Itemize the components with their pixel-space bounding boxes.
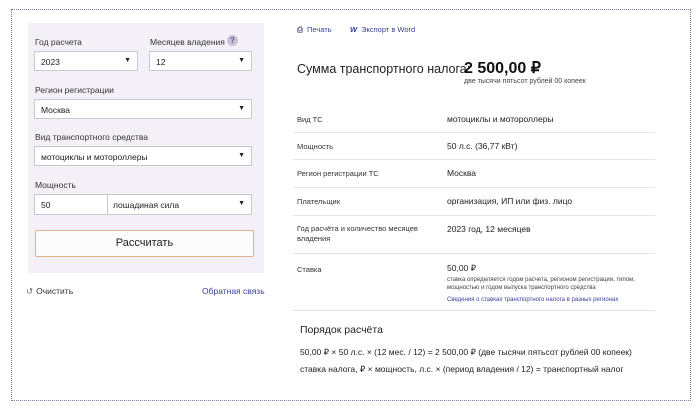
result-row-label: Год расчёта и количество месяцев владени… [297, 224, 418, 243]
row-divider [293, 253, 655, 254]
result-row-value: мотоциклы и мотороллеры [447, 114, 554, 124]
row-divider [293, 215, 655, 216]
power-label: Мощность [35, 180, 76, 190]
region-select-value: Москва [41, 105, 71, 115]
power-input[interactable]: 50 [41, 200, 50, 210]
region-select[interactable]: Москва ▼ [34, 99, 252, 119]
power-divider [107, 195, 108, 214]
chevron-down-icon: ▼ [124, 57, 131, 64]
result-row-label: Ставка [297, 265, 322, 274]
power-field-group: 50 лошадиная сила ▼ [34, 194, 252, 215]
feedback-link[interactable]: Обратная связь [202, 286, 265, 296]
formula-line: 50,00 ₽ × 50 л.с. × (12 мес. / 12) = 2 5… [300, 347, 632, 357]
rate-note: ставка определяется годом расчета, регио… [447, 277, 635, 291]
vehicle-type-select-value: мотоциклы и мотороллеры [41, 152, 148, 162]
calculation-order-title: Порядок расчёта [300, 324, 383, 336]
vehicle-type-select[interactable]: мотоциклы и мотороллеры ▼ [34, 146, 252, 166]
result-row-value: 50 л.с. (36,77 кВт) [447, 141, 518, 151]
printer-icon: ⎙ [297, 25, 303, 34]
print-button[interactable]: ⎙ Печать [297, 25, 332, 35]
result-row-value: организация, ИП или физ. лицо [447, 196, 573, 206]
months-select-value: 12 [156, 57, 166, 67]
months-select[interactable]: 12 ▼ [149, 51, 252, 71]
calculate-button[interactable]: Рассчитать [35, 230, 254, 257]
result-row-value: 2023 год, 12 месяцев [447, 224, 531, 234]
help-icon[interactable]: ? [227, 35, 238, 46]
chevron-down-icon: ▼ [238, 57, 245, 64]
print-label: Печать [307, 25, 332, 34]
row-divider [293, 310, 655, 311]
sum-value: 2 500,00 ₽ [464, 60, 541, 77]
result-row-label: Вид ТС [297, 115, 323, 124]
vehicle-type-label: Вид транспортного средства [35, 132, 148, 142]
year-select-value: 2023 [41, 57, 60, 67]
chevron-down-icon[interactable]: ▼ [238, 200, 245, 207]
export-label: Экспорт в Word [361, 25, 416, 34]
year-label: Год расчета [35, 37, 82, 47]
reset-icon: ↺ [26, 286, 34, 296]
sum-words: две тысячи пятьсот рублей 00 копеек [464, 78, 586, 85]
reset-button[interactable]: ↺ Очистить [26, 286, 73, 297]
result-row-label: Мощность [297, 142, 334, 151]
export-word-button[interactable]: W Экспорт в Word [350, 25, 415, 34]
months-label: Месяцев владения [150, 37, 225, 47]
power-unit-select[interactable]: лошадиная сила [113, 200, 179, 210]
result-row-value: 50,00 ₽ [447, 263, 477, 273]
reset-label: Очистить [36, 286, 74, 296]
row-divider [293, 159, 655, 160]
result-row-value: Москва [447, 168, 477, 178]
rate-info-link[interactable]: Сведения о ставках транспортного налога … [447, 297, 618, 303]
chevron-down-icon: ▼ [238, 152, 245, 159]
year-select[interactable]: 2023 ▼ [34, 51, 138, 71]
region-label: Регион регистрации [35, 85, 114, 95]
formula-line: ставка налога, ₽ × мощность, л.с. × (пер… [300, 364, 624, 374]
sum-label: Сумма транспортного налога: [297, 62, 471, 76]
row-divider [293, 132, 655, 133]
result-row-label: Регион регистрации ТС [297, 169, 379, 178]
row-divider [293, 187, 655, 188]
chevron-down-icon: ▼ [238, 105, 245, 112]
word-icon: W [350, 25, 358, 34]
result-row-label: Плательщик [297, 197, 340, 206]
